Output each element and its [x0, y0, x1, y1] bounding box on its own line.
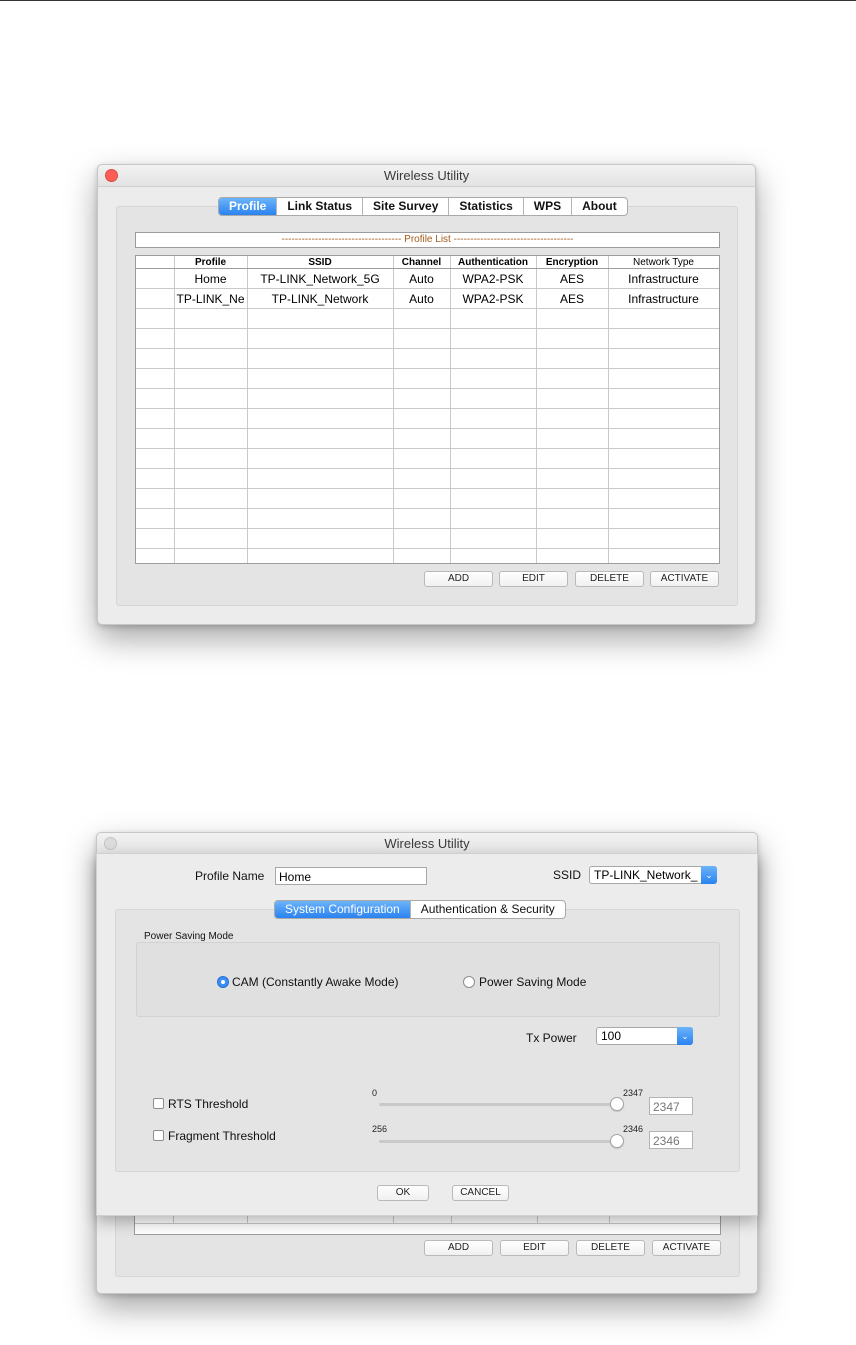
- cell-ssid: TP-LINK_Network: [247, 288, 394, 309]
- cell-network-type: Infrastructure: [608, 268, 719, 289]
- edit-button[interactable]: EDIT: [499, 571, 568, 587]
- cancel-button[interactable]: CANCEL: [452, 1185, 509, 1201]
- chevron-down-icon[interactable]: ⌄: [701, 866, 717, 884]
- ssid-select[interactable]: TP-LINK_Network_ ⌄: [589, 866, 717, 884]
- title-bar[interactable]: Wireless Utility: [97, 833, 757, 855]
- column-header-channel[interactable]: Channel: [393, 256, 451, 269]
- cell-network-type: Infrastructure: [608, 288, 719, 309]
- ssid-label: SSID: [553, 868, 582, 882]
- tab-about[interactable]: About: [572, 198, 627, 215]
- wireless-utility-window: Wireless Utility Profile Link Status Sit…: [97, 164, 756, 625]
- table-row-empty[interactable]: [136, 368, 719, 389]
- chevron-down-icon[interactable]: ⌄: [677, 1027, 693, 1045]
- power-saving-radio[interactable]: [463, 976, 475, 988]
- column-header-profile[interactable]: Profile: [174, 256, 248, 269]
- cell-profile: Home: [174, 268, 248, 289]
- profile-edit-sheet: Profile Name Home SSID TP-LINK_Network_ …: [96, 853, 758, 1216]
- table-row-empty[interactable]: [136, 448, 719, 469]
- table-row-empty[interactable]: [136, 508, 719, 529]
- table-row[interactable]: TP-LINK_Ne TP-LINK_Network Auto WPA2-PSK…: [136, 288, 719, 309]
- table-row-empty[interactable]: [136, 408, 719, 429]
- cam-radio[interactable]: [217, 976, 229, 988]
- rts-min-label: 0: [372, 1088, 378, 1098]
- column-header-ssid[interactable]: SSID: [247, 256, 394, 269]
- add-button[interactable]: ADD: [424, 571, 493, 587]
- fragment-threshold-label: Fragment Threshold: [168, 1129, 276, 1143]
- title-bar[interactable]: Wireless Utility: [98, 165, 755, 187]
- main-tabs: Profile Link Status Site Survey Statisti…: [218, 197, 628, 216]
- edit-button[interactable]: EDIT: [500, 1240, 569, 1256]
- rts-value-input[interactable]: 2347: [649, 1097, 693, 1115]
- activate-button[interactable]: ACTIVATE: [650, 571, 719, 587]
- cell-encryption: AES: [536, 268, 609, 289]
- page-top-rule: [0, 0, 856, 1]
- column-header-encryption[interactable]: Encryption: [536, 256, 609, 269]
- table-row-empty[interactable]: [136, 468, 719, 489]
- column-header-authentication[interactable]: Authentication: [450, 256, 537, 269]
- column-header-select: [136, 256, 175, 269]
- rts-slider-knob[interactable]: [610, 1097, 624, 1111]
- delete-button[interactable]: DELETE: [575, 571, 644, 587]
- config-tabs: System Configuration Authentication & Se…: [274, 900, 566, 919]
- tab-wps[interactable]: WPS: [524, 198, 573, 215]
- table-row-empty[interactable]: [136, 388, 719, 409]
- fragment-value-input[interactable]: 2346: [649, 1131, 693, 1149]
- power-saving-radio-label[interactable]: Power Saving Mode: [479, 975, 586, 989]
- tab-statistics[interactable]: Statistics: [449, 198, 524, 215]
- tab-link-status[interactable]: Link Status: [277, 198, 364, 215]
- tx-power-value: 100: [601, 1029, 622, 1043]
- table-row-empty[interactable]: [136, 548, 719, 563]
- cam-radio-label[interactable]: CAM (Constantly Awake Mode): [232, 975, 399, 989]
- tab-site-survey[interactable]: Site Survey: [363, 198, 450, 215]
- cell-channel: Auto: [393, 268, 451, 289]
- profile-name-input[interactable]: Home: [275, 867, 427, 885]
- profile-table: Profile SSID Channel Authentication Encr…: [135, 255, 720, 564]
- cell-profile: TP-LINK_Ne: [174, 288, 248, 309]
- fragment-slider-track[interactable]: [379, 1140, 619, 1143]
- window-title: Wireless Utility: [384, 836, 470, 851]
- tx-power-select[interactable]: 100 ⌄: [596, 1027, 693, 1045]
- fragment-min-label: 256: [372, 1124, 388, 1134]
- table-row-empty[interactable]: [136, 428, 719, 449]
- cell-ssid: TP-LINK_Network_5G: [247, 268, 394, 289]
- fragment-threshold-checkbox[interactable]: [153, 1130, 164, 1141]
- add-button[interactable]: ADD: [424, 1240, 493, 1256]
- profile-name-label: Profile Name: [195, 869, 265, 883]
- table-row-empty[interactable]: [136, 348, 719, 369]
- table-header-row: Profile SSID Channel Authentication Encr…: [136, 256, 719, 269]
- tx-power-label: Tx Power: [526, 1031, 577, 1045]
- table-row-empty[interactable]: [136, 328, 719, 349]
- power-saving-mode-title: Power Saving Mode: [144, 931, 234, 942]
- rts-threshold-label: RTS Threshold: [168, 1097, 249, 1111]
- profile-list-title: ------------------------------------ Pro…: [135, 232, 720, 248]
- activate-button[interactable]: ACTIVATE: [652, 1240, 721, 1256]
- window-title: Wireless Utility: [383, 168, 470, 183]
- ok-button[interactable]: OK: [377, 1185, 429, 1201]
- tab-profile[interactable]: Profile: [219, 198, 278, 215]
- table-row-empty[interactable]: [136, 488, 719, 509]
- tab-authentication-security[interactable]: Authentication & Security: [411, 901, 565, 918]
- cell-authentication: WPA2-PSK: [450, 288, 537, 309]
- fragment-max-label: 2346: [623, 1124, 644, 1134]
- rts-threshold-checkbox[interactable]: [153, 1098, 164, 1109]
- cell-channel: Auto: [393, 288, 451, 309]
- table-row[interactable]: Home TP-LINK_Network_5G Auto WPA2-PSK AE…: [136, 268, 719, 289]
- table-row-empty[interactable]: [136, 528, 719, 549]
- column-header-network-type[interactable]: Network Type: [608, 256, 719, 269]
- tab-system-configuration[interactable]: System Configuration: [275, 901, 411, 918]
- ssid-select-value: TP-LINK_Network_: [594, 868, 698, 882]
- rts-slider-track[interactable]: [379, 1103, 619, 1106]
- delete-button[interactable]: DELETE: [576, 1240, 645, 1256]
- rts-max-label: 2347: [623, 1088, 644, 1098]
- fragment-slider-knob[interactable]: [610, 1134, 624, 1148]
- cell-authentication: WPA2-PSK: [450, 268, 537, 289]
- cell-encryption: AES: [536, 288, 609, 309]
- table-row-empty[interactable]: [136, 308, 719, 329]
